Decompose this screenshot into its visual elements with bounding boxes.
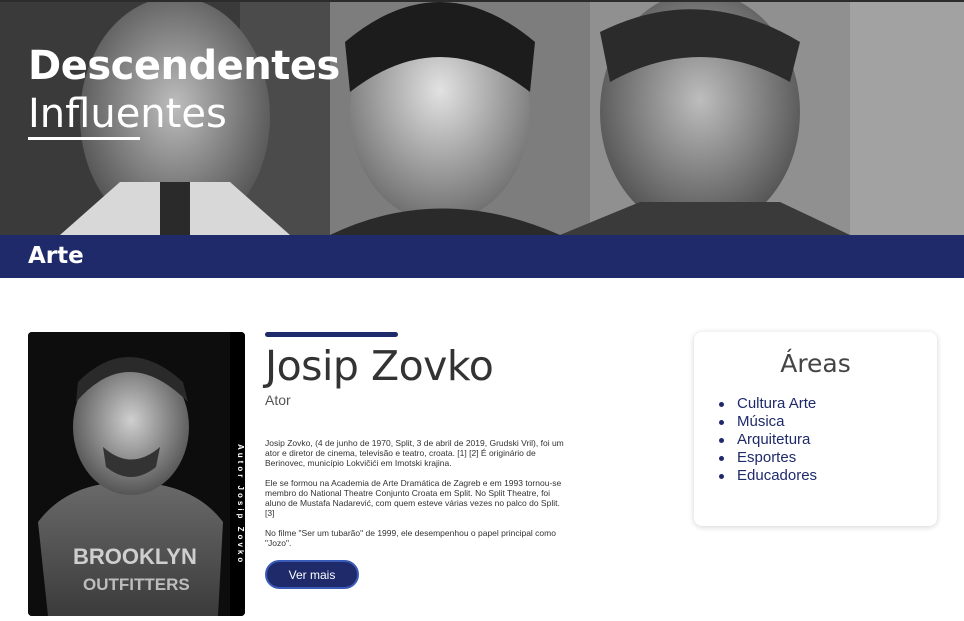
areas-link[interactable]: Educadores [737,467,817,484]
areas-card: Áreas Cultura Arte Música Arquitetura Es… [694,332,937,526]
areas-item-cultura-arte[interactable]: Cultura Arte [719,395,937,413]
bio-paragraph: Ele se formou na Academia de Arte Dramát… [265,478,562,518]
photo-credit: Autor Josip Zovko [230,332,245,616]
profile-photo-image: BROOKLYN OUTFITTERS [28,332,230,616]
areas-title: Áreas [780,349,851,378]
areas-link[interactable]: Arquitetura [737,431,810,448]
site-title-line1: Descendentes [28,43,340,89]
category-title: Arte [28,243,84,269]
areas-item-musica[interactable]: Música [719,413,937,431]
areas-link[interactable]: Esportes [737,449,796,466]
site-title: Descendentes Influentes [28,42,340,140]
svg-text:BROOKLYN: BROOKLYN [73,544,197,569]
areas-link[interactable]: Música [737,413,785,430]
person-bio: Josip Zovko, (4 de junho de 1970, Split,… [265,438,565,558]
category-bar: Arte [0,235,964,278]
areas-link[interactable]: Cultura Arte [737,395,816,412]
areas-item-esportes[interactable]: Esportes [719,449,937,467]
areas-list: Cultura Arte Música Arquitetura Esportes… [719,395,937,485]
hero-banner: Descendentes Influentes [0,2,964,235]
site-title-line2: Influentes [28,91,227,140]
bio-paragraph: No filme "Ser um tubarão" de 1999, ele d… [265,528,556,548]
name-accent-bar [265,332,398,337]
bio-paragraph: Josip Zovko, (4 de junho de 1970, Split,… [265,438,564,468]
svg-text:OUTFITTERS: OUTFITTERS [83,575,190,594]
areas-item-arquitetura[interactable]: Arquitetura [719,431,937,449]
person-role: Ator [265,392,291,408]
profile-photo: BROOKLYN OUTFITTERS Autor Josip Zovko [28,332,245,616]
see-more-button[interactable]: Ver mais [265,560,359,589]
areas-item-educadores[interactable]: Educadores [719,467,937,485]
person-name: Josip Zovko [265,342,494,390]
